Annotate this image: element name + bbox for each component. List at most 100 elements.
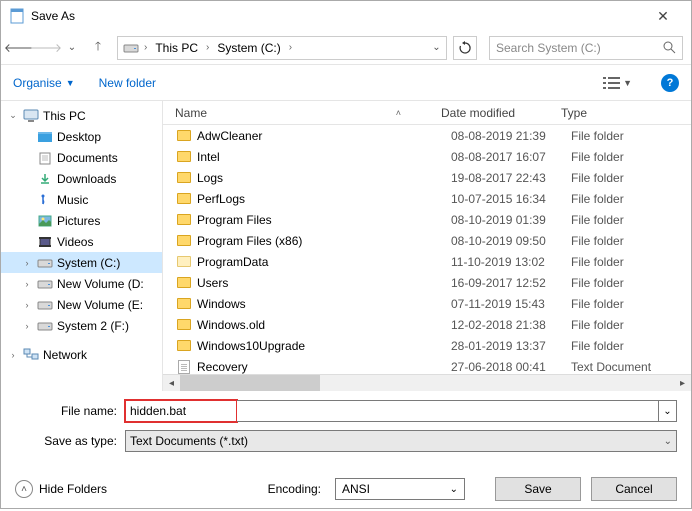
library-icon bbox=[37, 213, 53, 229]
view-options-button[interactable]: ▼ bbox=[598, 73, 637, 93]
file-type: File folder bbox=[571, 129, 691, 143]
column-type[interactable]: Type bbox=[561, 101, 691, 124]
drive-icon bbox=[37, 318, 53, 334]
horizontal-scrollbar[interactable]: ◂ ▸ bbox=[163, 374, 691, 391]
file-name: Intel bbox=[193, 150, 451, 164]
cancel-button[interactable]: Cancel bbox=[591, 477, 677, 501]
expand-icon[interactable]: › bbox=[21, 300, 33, 310]
file-type: File folder bbox=[571, 318, 691, 332]
tree-item[interactable]: ›New Volume (E: bbox=[1, 294, 162, 315]
tree-item[interactable]: Downloads bbox=[1, 168, 162, 189]
tree-item[interactable]: › New Volume (D: bbox=[1, 273, 162, 294]
chevron-right-icon[interactable]: › bbox=[204, 42, 211, 53]
file-row[interactable]: Program Files (x86)08-10-2019 09:50File … bbox=[163, 230, 691, 251]
column-name[interactable]: Name ˄ bbox=[171, 101, 441, 124]
organise-button[interactable]: Organise ▼ bbox=[13, 76, 75, 90]
refresh-button[interactable] bbox=[453, 36, 477, 60]
file-date: 08-08-2019 21:39 bbox=[451, 129, 571, 143]
back-button[interactable]: 🡐 bbox=[9, 37, 31, 59]
tree-item[interactable]: Desktop bbox=[1, 126, 162, 147]
tree-item-label: Videos bbox=[57, 235, 93, 249]
tree-item[interactable]: Music bbox=[1, 189, 162, 210]
tree-item[interactable]: Documents bbox=[1, 147, 162, 168]
scrollbar-thumb[interactable] bbox=[180, 375, 320, 391]
folder-icon bbox=[175, 340, 193, 351]
file-row[interactable]: Logs19-08-2017 22:43File folder bbox=[163, 167, 691, 188]
file-name: PerfLogs bbox=[193, 192, 451, 206]
save-button[interactable]: Save bbox=[495, 477, 581, 501]
file-row[interactable]: Recovery27-06-2018 00:41Text Document bbox=[163, 356, 691, 374]
library-icon bbox=[37, 234, 53, 250]
scroll-right-icon[interactable]: ▸ bbox=[674, 375, 691, 391]
search-placeholder: Search System (C:) bbox=[496, 41, 601, 55]
tree-item-label: Documents bbox=[57, 151, 118, 165]
chevron-right-icon[interactable]: › bbox=[287, 42, 294, 53]
expand-icon[interactable]: › bbox=[21, 279, 33, 289]
encoding-label: Encoding: bbox=[268, 482, 321, 496]
recent-dropdown[interactable]: ⌄ bbox=[61, 37, 83, 59]
filename-label: File name: bbox=[15, 404, 125, 418]
close-button[interactable]: ✕ bbox=[643, 8, 683, 25]
tree-item[interactable]: Pictures bbox=[1, 210, 162, 231]
file-row[interactable]: Intel08-08-2017 16:07File folder bbox=[163, 146, 691, 167]
file-row[interactable]: Windows07-11-2019 15:43File folder bbox=[163, 293, 691, 314]
tree-item[interactable]: ›System 2 (F:) bbox=[1, 315, 162, 336]
tree-item-label: New Volume (D: bbox=[57, 277, 144, 291]
file-row[interactable]: PerfLogs10-07-2015 16:34File folder bbox=[163, 188, 691, 209]
file-list[interactable]: AdwCleaner08-08-2019 21:39File folderInt… bbox=[163, 125, 691, 374]
folder-icon bbox=[175, 298, 193, 309]
file-name: Windows.old bbox=[193, 318, 451, 332]
file-date: 27-06-2018 00:41 bbox=[451, 360, 571, 374]
chevron-down-icon: ▼ bbox=[66, 78, 75, 88]
address-dropdown[interactable]: ⌄ bbox=[428, 42, 444, 53]
breadcrumb-thispc[interactable]: This PC bbox=[149, 37, 204, 59]
chevron-down-icon: ▼ bbox=[623, 78, 632, 88]
chevron-down-icon: ⌄ bbox=[450, 484, 458, 495]
navigation-tree[interactable]: ⌄ This PC Desktop Documents DownloadsMusic… bbox=[1, 101, 163, 391]
expand-icon[interactable]: › bbox=[21, 321, 33, 331]
file-name: Windows bbox=[193, 297, 451, 311]
search-input[interactable]: Search System (C:) bbox=[489, 36, 683, 60]
filename-input[interactable] bbox=[125, 400, 237, 422]
file-date: 08-08-2017 16:07 bbox=[451, 150, 571, 164]
up-button[interactable]: 🡑 bbox=[87, 37, 109, 59]
chevron-down-icon: ⌄ bbox=[664, 436, 672, 447]
expand-icon[interactable]: › bbox=[21, 258, 33, 268]
new-folder-button[interactable]: New folder bbox=[99, 76, 156, 90]
file-row[interactable]: Program Files08-10-2019 01:39File folder bbox=[163, 209, 691, 230]
hide-folders-button[interactable]: ˄ Hide Folders bbox=[15, 480, 107, 498]
file-name: Users bbox=[193, 276, 451, 290]
filename-input-ext[interactable] bbox=[237, 400, 659, 422]
file-type: File folder bbox=[571, 276, 691, 290]
forward-button[interactable]: 🡒 bbox=[35, 37, 57, 59]
file-row[interactable]: AdwCleaner08-08-2019 21:39File folder bbox=[163, 125, 691, 146]
tree-item[interactable]: Videos bbox=[1, 231, 162, 252]
tree-thispc[interactable]: ⌄ This PC bbox=[1, 105, 162, 126]
notepad-icon bbox=[9, 8, 25, 24]
file-row[interactable]: Windows.old12-02-2018 21:38File folder bbox=[163, 314, 691, 335]
folder-icon bbox=[175, 319, 193, 330]
file-row[interactable]: Users16-09-2017 12:52File folder bbox=[163, 272, 691, 293]
folder-icon bbox=[175, 214, 193, 225]
scroll-left-icon[interactable]: ◂ bbox=[163, 375, 180, 391]
breadcrumb-drive[interactable]: System (C:) bbox=[211, 37, 286, 59]
expand-icon[interactable]: › bbox=[7, 350, 19, 360]
filename-dropdown[interactable]: ⌄ bbox=[659, 400, 677, 422]
collapse-icon[interactable]: ⌄ bbox=[7, 110, 19, 121]
chevron-right-icon[interactable]: › bbox=[142, 42, 149, 53]
encoding-combo[interactable]: ANSI ⌄ bbox=[335, 478, 465, 500]
file-type: File folder bbox=[571, 150, 691, 164]
file-row[interactable]: Windows10Upgrade28-01-2019 13:37File fol… bbox=[163, 335, 691, 356]
file-date: 08-10-2019 09:50 bbox=[451, 234, 571, 248]
file-date: 07-11-2019 15:43 bbox=[451, 297, 571, 311]
help-button[interactable]: ? bbox=[661, 74, 679, 92]
drive-icon bbox=[122, 39, 140, 57]
chevron-up-icon: ˄ bbox=[15, 480, 33, 498]
tree-item[interactable]: ›System (C:) bbox=[1, 252, 162, 273]
address-bar[interactable]: › This PC › System (C:) › ⌄ bbox=[117, 36, 447, 60]
tree-network[interactable]: › Network bbox=[1, 344, 162, 365]
column-date[interactable]: Date modified bbox=[441, 101, 561, 124]
file-list-pane: Name ˄ Date modified Type AdwCleaner08-0… bbox=[163, 101, 691, 391]
file-row[interactable]: ProgramData11-10-2019 13:02File folder bbox=[163, 251, 691, 272]
saveastype-combo[interactable]: Text Documents (*.txt) ⌄ bbox=[125, 430, 677, 452]
